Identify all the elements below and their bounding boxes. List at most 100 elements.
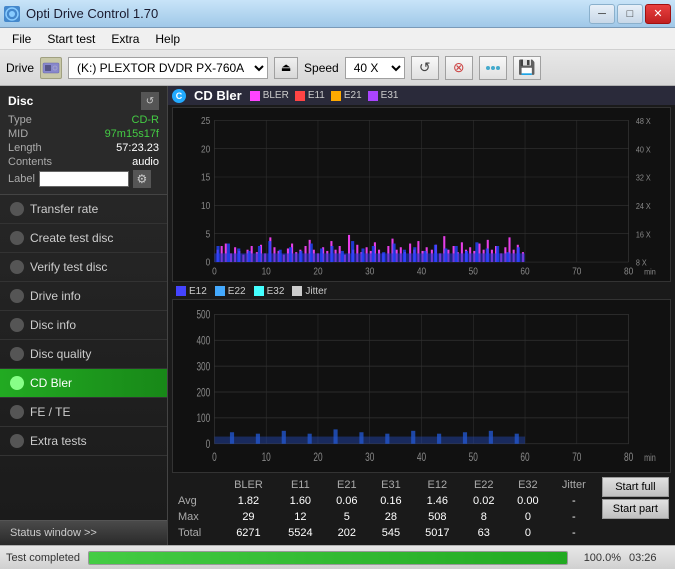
stats-row-max: Max 29 12 5 28 508 8 0 - bbox=[174, 509, 598, 525]
sidebar-item-verify-test-disc[interactable]: Verify test disc bbox=[0, 253, 167, 282]
svg-text:24 X: 24 X bbox=[636, 201, 652, 211]
stats-avg-e32: 0.00 bbox=[506, 493, 550, 509]
legend-box-e22 bbox=[215, 286, 225, 296]
sidebar-item-disc-info[interactable]: Disc info bbox=[0, 311, 167, 340]
stats-max-e32: 0 bbox=[506, 509, 550, 525]
svg-text:10: 10 bbox=[262, 266, 271, 277]
menu-help[interactable]: Help bbox=[147, 30, 188, 48]
erase-button[interactable]: ⊗ bbox=[445, 56, 473, 80]
nav-dot-verify-test-disc bbox=[10, 260, 24, 274]
chart-title-icon: C bbox=[172, 89, 186, 103]
status-window-button[interactable]: Status window >> bbox=[0, 520, 167, 545]
sidebar-item-fe-te[interactable]: FE / TE bbox=[0, 398, 167, 427]
sidebar-item-transfer-rate[interactable]: Transfer rate bbox=[0, 195, 167, 224]
legend-box-e11 bbox=[295, 91, 305, 101]
legend-box-bler bbox=[250, 91, 260, 101]
legend-e22: E22 bbox=[215, 286, 246, 297]
svg-text:60: 60 bbox=[520, 266, 529, 277]
svg-text:80: 80 bbox=[624, 451, 634, 464]
content-area: C CD Bler BLER E11 E21 E31 bbox=[168, 86, 675, 545]
refresh-button[interactable]: ↺ bbox=[411, 56, 439, 80]
stats-col-e31: E31 bbox=[369, 477, 413, 493]
toolbar: Drive (K:) PLEXTOR DVDR PX-760A 1.07 ⏏ S… bbox=[0, 50, 675, 86]
app-icon bbox=[4, 6, 20, 22]
nav-label-verify-test-disc: Verify test disc bbox=[30, 260, 107, 274]
menu-file[interactable]: File bbox=[4, 30, 39, 48]
stats-total-e32: 0 bbox=[506, 525, 550, 541]
sidebar-item-disc-quality[interactable]: Disc quality bbox=[0, 340, 167, 369]
stats-avg-e12: 1.46 bbox=[413, 493, 462, 509]
action-buttons: Start full Start part bbox=[602, 477, 669, 519]
options-button[interactable] bbox=[479, 56, 507, 80]
status-text: Test completed bbox=[6, 552, 80, 564]
disc-label-input[interactable] bbox=[39, 171, 129, 187]
progress-percent: 100.0% bbox=[576, 552, 621, 564]
minimize-button[interactable]: ─ bbox=[589, 4, 615, 24]
legend-box-e32 bbox=[254, 286, 264, 296]
sidebar-item-extra-tests[interactable]: Extra tests bbox=[0, 427, 167, 456]
disc-type-label: Type bbox=[8, 114, 32, 126]
disc-refresh-button[interactable]: ↺ bbox=[141, 92, 159, 110]
drive-select[interactable]: (K:) PLEXTOR DVDR PX-760A 1.07 bbox=[68, 57, 268, 79]
status-bar: Test completed 100.0% 03:26 bbox=[0, 545, 675, 569]
legend-box-e21 bbox=[331, 91, 341, 101]
stats-total-label: Total bbox=[174, 525, 221, 541]
sidebar-nav: Transfer rate Create test disc Verify te… bbox=[0, 195, 167, 520]
label-settings-button[interactable]: ⚙ bbox=[133, 170, 151, 188]
legend-e32: E32 bbox=[254, 286, 285, 297]
stats-avg-bler: 1.82 bbox=[221, 493, 276, 509]
start-full-button[interactable]: Start full bbox=[602, 477, 669, 497]
start-part-button[interactable]: Start part bbox=[602, 499, 669, 519]
legend-bler: BLER bbox=[250, 90, 289, 101]
nav-dot-fe-te bbox=[10, 405, 24, 419]
bottom-chart: 0 100 200 300 400 500 0 10 20 30 40 50 6… bbox=[172, 299, 671, 474]
disc-length-label: Length bbox=[8, 142, 42, 154]
svg-text:20: 20 bbox=[313, 451, 323, 464]
disc-mid-value: 97m15s17f bbox=[105, 128, 159, 140]
status-time: 03:26 bbox=[629, 552, 669, 564]
chart-legend-top: BLER E11 E21 E31 bbox=[250, 90, 399, 101]
svg-text:60: 60 bbox=[520, 451, 530, 464]
nav-dot-transfer-rate bbox=[10, 202, 24, 216]
disc-type-value: CD-R bbox=[132, 114, 160, 126]
title-bar-left: Opti Drive Control 1.70 bbox=[4, 6, 158, 22]
svg-text:48 X: 48 X bbox=[636, 116, 652, 126]
stats-max-bler: 29 bbox=[221, 509, 276, 525]
svg-text:0: 0 bbox=[212, 451, 217, 464]
save-button[interactable]: 💾 bbox=[513, 56, 541, 80]
svg-text:20: 20 bbox=[313, 266, 322, 277]
maximize-button[interactable]: □ bbox=[617, 4, 643, 24]
nav-label-extra-tests: Extra tests bbox=[30, 434, 87, 448]
nav-label-drive-info: Drive info bbox=[30, 289, 81, 303]
svg-text:50: 50 bbox=[469, 266, 478, 277]
sidebar-item-cd-bler[interactable]: CD Bler bbox=[0, 369, 167, 398]
stats-col-e21: E21 bbox=[325, 477, 369, 493]
window-controls: ─ □ ✕ bbox=[589, 4, 671, 24]
eject-button[interactable]: ⏏ bbox=[274, 57, 298, 79]
close-button[interactable]: ✕ bbox=[645, 4, 671, 24]
svg-text:70: 70 bbox=[572, 266, 581, 277]
drive-label: Drive bbox=[6, 61, 34, 75]
stats-col-e22: E22 bbox=[462, 477, 506, 493]
stats-total-e12: 5017 bbox=[413, 525, 462, 541]
svg-text:30: 30 bbox=[365, 266, 374, 277]
legend-box-e31 bbox=[368, 91, 378, 101]
stats-area: BLER E11 E21 E31 E12 E22 E32 Jitter Avg bbox=[172, 475, 671, 543]
svg-text:400: 400 bbox=[196, 335, 210, 348]
menu-extra[interactable]: Extra bbox=[103, 30, 147, 48]
sidebar-item-drive-info[interactable]: Drive info bbox=[0, 282, 167, 311]
stats-avg-e21: 0.06 bbox=[325, 493, 369, 509]
stats-col-label bbox=[174, 477, 221, 493]
speed-select[interactable]: 40 X bbox=[345, 57, 405, 79]
stats-max-e21: 5 bbox=[325, 509, 369, 525]
stats-col-bler: BLER bbox=[221, 477, 276, 493]
nav-label-disc-quality: Disc quality bbox=[30, 347, 91, 361]
sidebar-item-create-test-disc[interactable]: Create test disc bbox=[0, 224, 167, 253]
legend-e11: E11 bbox=[295, 90, 325, 101]
svg-text:25: 25 bbox=[201, 115, 210, 126]
bottom-chart-legend: E12 E22 E32 Jitter bbox=[172, 284, 671, 299]
menu-start-test[interactable]: Start test bbox=[39, 30, 103, 48]
stats-row-avg: Avg 1.82 1.60 0.06 0.16 1.46 0.02 0.00 - bbox=[174, 493, 598, 509]
stats-total-bler: 6271 bbox=[221, 525, 276, 541]
nav-label-transfer-rate: Transfer rate bbox=[30, 202, 98, 216]
